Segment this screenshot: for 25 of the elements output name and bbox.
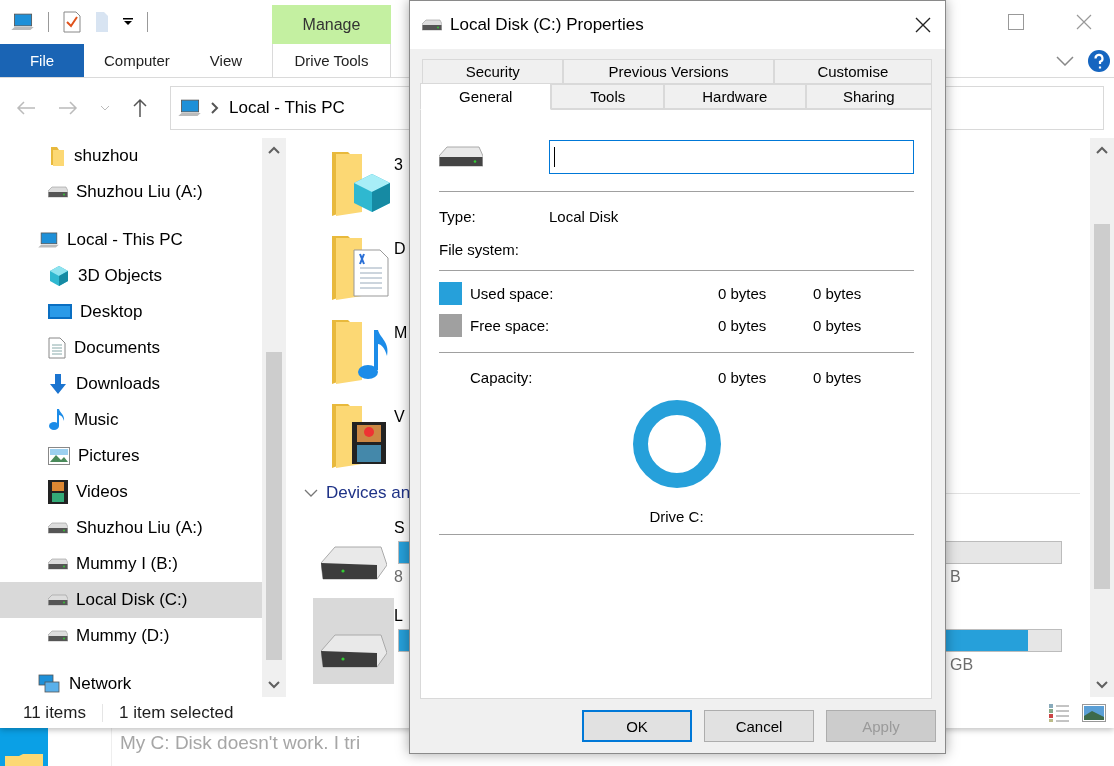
capacity-bytes: 0 bytes xyxy=(718,368,768,386)
property-label: File system: xyxy=(439,241,520,258)
capacity-label: Capacity: xyxy=(470,368,534,386)
folder-name: 3 xyxy=(394,156,403,174)
property-label: Type: xyxy=(439,208,477,225)
space-bytes: 0 bytes xyxy=(718,316,768,334)
dialog-title: Local Disk (C:) Properties xyxy=(450,15,645,35)
background-text: My C: Disk doesn't work. I tri xyxy=(119,731,361,755)
drive-capacity: GB xyxy=(950,655,974,675)
space-label: Free space: xyxy=(470,316,551,334)
capacity-size: 0 bytes xyxy=(813,368,863,386)
space-label: Used space: xyxy=(470,284,555,302)
selection-count: 1 item selected xyxy=(119,702,234,723)
space-size: 0 bytes xyxy=(813,316,863,334)
folder-name: D xyxy=(394,240,406,258)
ribbon-group-header: Manage xyxy=(272,5,391,44)
property-value: Local Disk xyxy=(549,208,620,225)
item-count: 11 items xyxy=(23,702,86,723)
folder-name: M xyxy=(394,324,408,342)
space-size: 0 bytes xyxy=(813,284,863,302)
drive-free-space: 8 xyxy=(394,567,403,587)
drive-capacity: B xyxy=(949,567,961,587)
folder-name: V xyxy=(394,408,405,426)
space-bytes: 0 bytes xyxy=(718,284,768,302)
drive-label: Drive C: xyxy=(649,508,704,525)
